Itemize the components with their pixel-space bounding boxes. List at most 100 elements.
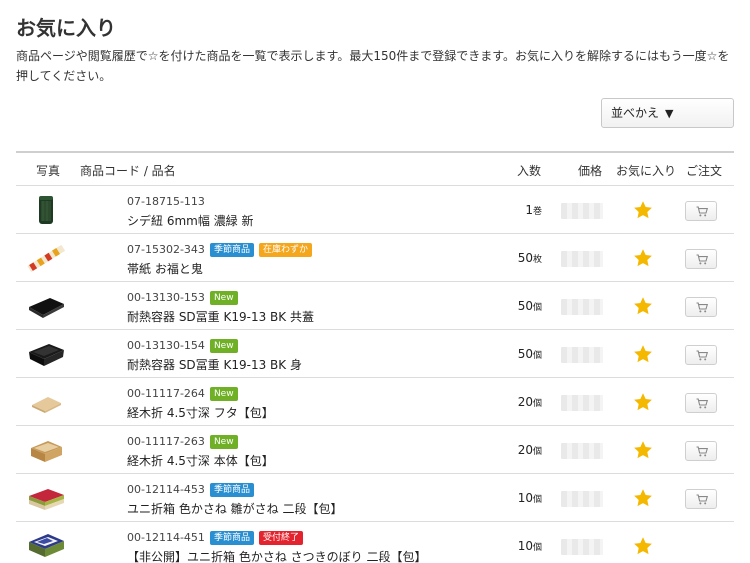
- add-to-cart-button[interactable]: [685, 393, 717, 413]
- sort-dropdown[interactable]: 並べかえ ▼: [601, 98, 734, 128]
- product-thumbnail[interactable]: [26, 433, 66, 467]
- table-row[interactable]: 00-11117-263 New 経木折 4.5寸深 本体【包】 20個: [16, 426, 734, 474]
- product-code[interactable]: 00-12114-453: [127, 483, 205, 496]
- product-name[interactable]: シデ紐 6mm幅 濃緑 新: [127, 212, 253, 229]
- product-qty: 20個: [502, 395, 542, 409]
- badge-season: 季節商品: [209, 483, 254, 497]
- qty-value: 20: [517, 443, 533, 457]
- table-body: 07-18715-113 シデ紐 6mm幅 濃緑 新 1巻 07-15302-343 季…: [16, 186, 734, 563]
- product-thumbnail[interactable]: [26, 241, 66, 275]
- price-blurred: [561, 251, 603, 267]
- product-name[interactable]: ユニ折箱 色かさね 雛がさね 二段【包】: [127, 500, 342, 517]
- product-qty: 50個: [502, 299, 542, 313]
- product-qty: 10個: [502, 491, 542, 505]
- product-code[interactable]: 07-15302-343: [127, 243, 205, 256]
- table-row[interactable]: 00-13130-154 New 耐熱容器 SD冨重 K19-13 BK 身 50個: [16, 330, 734, 378]
- add-to-cart-button[interactable]: [685, 297, 717, 317]
- product-code-line: 00-11117-263 New: [127, 435, 238, 449]
- product-code-line: 07-18715-113: [127, 195, 205, 209]
- table-row[interactable]: 07-18715-113 シデ紐 6mm幅 濃緑 新 1巻: [16, 186, 734, 234]
- star-icon[interactable]: [632, 535, 654, 557]
- product-code-line: 00-12114-451 季節商品 受付終了: [127, 531, 303, 545]
- add-to-cart-button[interactable]: [685, 201, 717, 221]
- add-to-cart-button[interactable]: [685, 345, 717, 365]
- product-code[interactable]: 00-13130-154: [127, 339, 205, 352]
- chevron-down-icon: ▼: [665, 107, 674, 120]
- product-code[interactable]: 00-12114-451: [127, 531, 205, 544]
- product-name[interactable]: 経木折 4.5寸深 フタ【包】: [127, 404, 274, 421]
- page-title: お気に入り: [16, 16, 116, 40]
- table-row[interactable]: 07-15302-343 季節商品 在庫わずか帯紙 お福と鬼 50枚: [16, 234, 734, 282]
- qty-value: 50: [517, 299, 533, 313]
- product-name[interactable]: 耐熱容器 SD冨重 K19-13 BK 身: [127, 356, 302, 373]
- product-code[interactable]: 00-11117-264: [127, 387, 205, 400]
- product-thumbnail[interactable]: [26, 337, 66, 371]
- table-row[interactable]: 00-12114-453 季節商品ユニ折箱 色かさね 雛がさね 二段【包】 10個: [16, 474, 734, 522]
- qty-unit: 個: [532, 399, 542, 409]
- qty-value: 1: [525, 203, 533, 217]
- star-icon[interactable]: [632, 199, 654, 221]
- page-description: 商品ページや閲覧履歴で☆を付けた商品を一覧で表示します。最大150件まで登録でき…: [16, 49, 730, 83]
- product-thumbnail[interactable]: [26, 529, 66, 563]
- star-icon[interactable]: [632, 487, 654, 509]
- sort-label: 並べかえ: [611, 106, 660, 120]
- product-thumbnail[interactable]: [26, 481, 66, 515]
- product-code-line: 00-11117-264 New: [127, 387, 238, 401]
- qty-value: 20: [517, 395, 533, 409]
- header-qty: 入数: [517, 164, 542, 178]
- star-icon[interactable]: [632, 439, 654, 461]
- product-code[interactable]: 00-13130-153: [127, 291, 205, 304]
- product-thumbnail[interactable]: [26, 385, 66, 419]
- price-blurred: [561, 299, 603, 315]
- price-blurred: [561, 491, 603, 507]
- qty-unit: 個: [532, 495, 542, 505]
- product-qty: 50個: [502, 347, 542, 361]
- badge-new: New: [209, 291, 238, 305]
- qty-unit: 個: [532, 351, 542, 361]
- product-code[interactable]: 07-18715-113: [127, 195, 205, 208]
- product-qty: 50枚: [502, 251, 542, 265]
- badge-new: New: [209, 387, 238, 401]
- badge-season: 季節商品: [209, 243, 254, 257]
- product-code-line: 00-13130-154 New: [127, 339, 238, 353]
- favorites-table: 写真 商品コード / 品名 入数 価格 お気に入り ご注文 07-18715-1…: [16, 151, 734, 563]
- price-blurred: [561, 539, 603, 555]
- header-favorite: お気に入り: [616, 164, 677, 178]
- product-qty: 1巻: [502, 203, 542, 217]
- product-thumbnail[interactable]: [26, 193, 66, 227]
- table-header: 写真 商品コード / 品名 入数 価格 お気に入り ご注文: [16, 153, 734, 186]
- product-name[interactable]: 経木折 4.5寸深 本体【包】: [127, 452, 274, 469]
- add-to-cart-button[interactable]: [685, 249, 717, 269]
- add-to-cart-button[interactable]: [685, 489, 717, 509]
- product-name[interactable]: 帯紙 お福と鬼: [127, 260, 203, 277]
- qty-unit: 個: [532, 543, 542, 553]
- product-code[interactable]: 00-11117-263: [127, 435, 205, 448]
- price-blurred: [561, 203, 603, 219]
- badge-stock: 在庫わずか: [258, 243, 312, 257]
- add-to-cart-button[interactable]: [685, 441, 717, 461]
- price-blurred: [561, 395, 603, 411]
- badge-end: 受付終了: [258, 531, 303, 545]
- product-qty: 10個: [502, 539, 542, 553]
- qty-unit: 枚: [532, 255, 542, 265]
- product-name[interactable]: 【非公開】ユニ折箱 色かさね さつきのぼり 二段【包】: [127, 548, 426, 563]
- star-icon[interactable]: [632, 391, 654, 413]
- table-row[interactable]: 00-11117-264 New 経木折 4.5寸深 フタ【包】 20個: [16, 378, 734, 426]
- qty-unit: 巻: [532, 207, 542, 217]
- product-code-line: 00-13130-153 New: [127, 291, 238, 305]
- product-code-line: 07-15302-343 季節商品 在庫わずか: [127, 243, 312, 257]
- product-name[interactable]: 耐熱容器 SD冨重 K19-13 BK 共蓋: [127, 308, 314, 325]
- header-code-name: 商品コード / 品名: [80, 164, 176, 178]
- table-row[interactable]: 00-13130-153 New 耐熱容器 SD冨重 K19-13 BK 共蓋 50個: [16, 282, 734, 330]
- qty-value: 50: [517, 251, 533, 265]
- price-blurred: [561, 347, 603, 363]
- star-icon[interactable]: [632, 295, 654, 317]
- table-row[interactable]: 00-12114-451 季節商品 受付終了【非公開】ユニ折箱 色かさね さつきのぼ…: [16, 522, 734, 563]
- badge-season: 季節商品: [209, 531, 254, 545]
- star-icon[interactable]: [632, 247, 654, 269]
- star-icon[interactable]: [632, 343, 654, 365]
- header-photo: 写真: [36, 164, 61, 178]
- product-thumbnail[interactable]: [26, 289, 66, 323]
- header-price: 価格: [578, 164, 603, 178]
- price-blurred: [561, 443, 603, 459]
